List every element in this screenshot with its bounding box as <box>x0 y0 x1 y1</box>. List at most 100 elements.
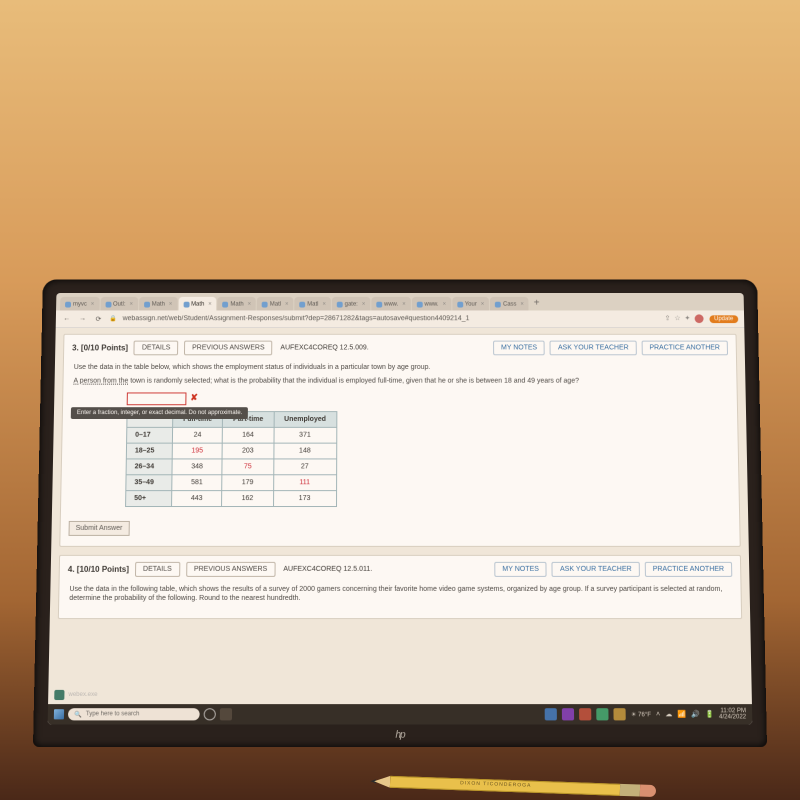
tab-label: Math <box>152 302 165 308</box>
table-cell: 581 <box>172 474 222 490</box>
tab-label: Outl: <box>113 302 126 308</box>
search-icon: 🔍 <box>74 711 82 718</box>
table-cell: 148 <box>273 443 336 459</box>
table-cell: 111 <box>273 474 336 490</box>
reload-button[interactable]: ⟳ <box>93 315 103 323</box>
tray-volume-icon[interactable]: 🔊 <box>691 710 700 718</box>
ask-teacher-button[interactable]: ASK YOUR TEACHER <box>550 341 637 356</box>
star-icon[interactable]: ☆ <box>674 314 680 323</box>
close-icon[interactable]: × <box>322 302 325 308</box>
task-view-icon[interactable] <box>220 708 232 720</box>
app-icon[interactable] <box>545 708 557 720</box>
employment-table: Full-timePart-timeUnemployed0–1724164371… <box>125 411 337 507</box>
answer-input[interactable] <box>127 392 187 405</box>
browser-tab[interactable]: Your × <box>452 297 489 311</box>
my-notes-button[interactable]: MY NOTES <box>493 341 545 356</box>
close-icon[interactable]: × <box>481 302 485 308</box>
forward-button[interactable]: → <box>78 315 88 322</box>
close-icon[interactable]: × <box>129 302 133 308</box>
close-icon[interactable]: × <box>520 302 524 308</box>
search-placeholder: Type here to search <box>86 711 140 717</box>
browser-tab[interactable]: Matl× <box>294 297 330 311</box>
close-icon[interactable]: × <box>285 302 289 308</box>
update-button[interactable]: Update <box>709 315 738 323</box>
weather-widget[interactable]: ☀ 76°F <box>631 711 651 718</box>
taskbar-clock[interactable]: 11:02 PM 4/24/2022 <box>719 708 746 720</box>
browser-tab[interactable]: www. × <box>371 297 410 311</box>
app-icon[interactable] <box>614 708 626 720</box>
table-cell: 195 <box>172 443 222 459</box>
browser-tab[interactable]: myvc × <box>60 297 99 311</box>
browser-tab[interactable]: Math × <box>139 297 178 311</box>
tab-label: myvc <box>73 302 87 308</box>
row-label: 50+ <box>126 490 172 506</box>
table-header: Unemployed <box>274 411 337 427</box>
details-button[interactable]: DETAILS <box>134 341 178 356</box>
question-4-ref: AUFEXC4COREQ 12.5.011. <box>283 565 372 572</box>
close-icon[interactable]: × <box>402 302 405 308</box>
favicon <box>144 302 150 308</box>
my-notes-button[interactable]: MY NOTES <box>494 561 547 576</box>
tab-label: Matl <box>270 302 281 308</box>
favicon <box>105 302 111 308</box>
favicon <box>65 302 71 308</box>
share-icon[interactable]: ⇪ <box>665 314 671 323</box>
browser-tab[interactable]: Cass× <box>490 297 529 311</box>
browser-tab[interactable]: Math × <box>178 297 217 311</box>
close-icon[interactable]: × <box>248 302 252 308</box>
tab-label: gate: <box>345 302 358 308</box>
previous-answers-button[interactable]: PREVIOUS ANSWERS <box>186 561 276 576</box>
previous-answers-button[interactable]: PREVIOUS ANSWERS <box>184 341 272 356</box>
practice-another-button[interactable]: PRACTICE ANOTHER <box>645 561 733 576</box>
laptop-frame: myvc×Outl:×Math×Math×Math×Matl×Matl×gate… <box>33 279 767 747</box>
lock-icon: 🔒 <box>109 315 117 322</box>
cortana-icon[interactable] <box>204 708 216 720</box>
browser-tab[interactable]: Outl:× <box>100 297 138 311</box>
app-icon[interactable] <box>579 708 591 720</box>
details-button[interactable]: DETAILS <box>135 561 180 576</box>
row-label: 0–17 <box>127 427 173 443</box>
close-icon[interactable]: × <box>169 302 173 308</box>
app-icon[interactable] <box>596 708 608 720</box>
page-content: 3. [0/10 Points] DETAILS PREVIOUS ANSWER… <box>48 328 753 725</box>
webex-icon <box>54 690 64 700</box>
url-text[interactable]: webassign.net/web/Student/Assignment-Res… <box>123 315 659 322</box>
tray-cloud-icon[interactable]: ☁ <box>665 710 672 718</box>
question-3: 3. [0/10 Points] DETAILS PREVIOUS ANSWER… <box>59 334 740 547</box>
browser-tab[interactable]: Math× <box>218 297 257 311</box>
question-3-header: 3. [0/10 Points] DETAILS PREVIOUS ANSWER… <box>72 341 728 356</box>
ask-teacher-button[interactable]: ASK YOUR TEACHER <box>552 561 640 576</box>
tray-chevron-icon[interactable]: ˄ <box>656 711 660 718</box>
question-3-ref: AUFEXC4COREQ 12.5.009. <box>280 345 368 352</box>
tab-label: Math <box>191 302 204 308</box>
table-cell: 75 <box>222 459 273 475</box>
browser-tab[interactable]: gate: × <box>332 297 370 311</box>
table-cell: 173 <box>273 490 336 506</box>
table-cell: 203 <box>222 443 273 459</box>
close-icon[interactable]: × <box>91 302 95 308</box>
new-tab-button[interactable]: + <box>530 297 544 311</box>
close-icon[interactable]: × <box>443 302 446 308</box>
extension-icon[interactable]: ✦ <box>684 314 690 323</box>
tray-wifi-icon[interactable]: 📶 <box>677 710 686 718</box>
practice-another-button[interactable]: PRACTICE ANOTHER <box>641 341 728 356</box>
start-button[interactable] <box>54 709 64 719</box>
close-icon[interactable]: × <box>208 302 212 308</box>
close-icon[interactable]: × <box>362 302 365 308</box>
taskbar-search[interactable]: 🔍 Type here to search <box>68 708 200 720</box>
browser-tab[interactable]: www. × <box>412 297 451 311</box>
submit-answer-button[interactable]: Submit Answer <box>69 521 130 536</box>
tray-battery-icon[interactable]: 🔋 <box>705 710 714 718</box>
back-button[interactable]: ← <box>62 315 72 322</box>
row-label: 18–25 <box>126 443 172 459</box>
favicon <box>262 302 268 308</box>
app-icon[interactable] <box>562 708 574 720</box>
tab-label: www. <box>424 302 438 308</box>
table-cell: 348 <box>172 459 222 475</box>
table-cell: 179 <box>222 474 273 490</box>
browser-tab[interactable]: Matl × <box>257 297 294 311</box>
pencil-foreground: DIXON TICONDEROGA <box>360 769 661 800</box>
tab-label: www. <box>384 302 398 308</box>
tab-label: Your <box>465 302 477 308</box>
profile-icon[interactable] <box>694 314 703 323</box>
